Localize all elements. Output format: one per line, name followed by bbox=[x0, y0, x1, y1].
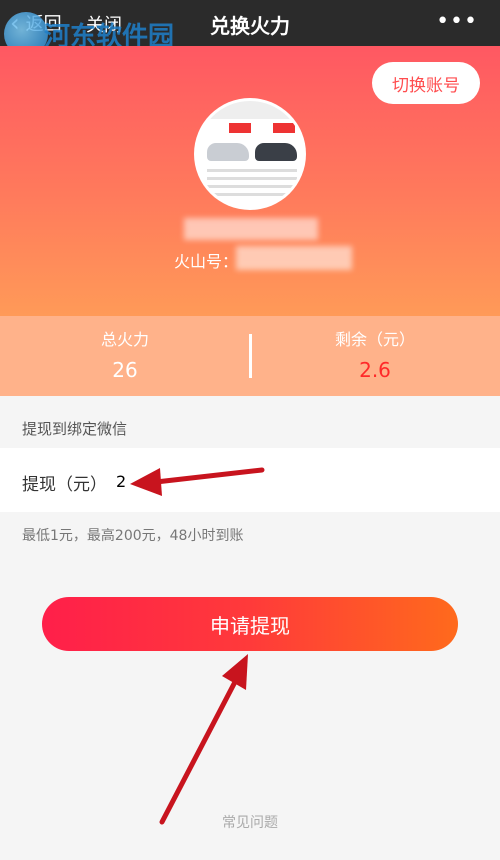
avatar-image-tag bbox=[229, 123, 251, 133]
navbar: ‹ 返回 关闭 兑换火力 ••• bbox=[0, 0, 500, 46]
arrow-to-apply-button bbox=[159, 654, 248, 825]
uid-label: 火山号： bbox=[174, 252, 239, 271]
remaining-balance-stat: 剩余（元） 2.6 bbox=[250, 326, 500, 382]
avatar-car-image bbox=[255, 143, 297, 161]
total-firepower-label: 总火力 bbox=[100, 330, 149, 349]
stats-divider bbox=[249, 334, 252, 378]
avatar-image-text bbox=[207, 169, 297, 199]
blurred-uid bbox=[236, 246, 352, 270]
page-title: 兑换火力 bbox=[210, 14, 290, 38]
withdraw-amount-row: 提现（元） bbox=[0, 448, 500, 512]
avatar-image-bar bbox=[197, 101, 303, 119]
remaining-balance-value: 2.6 bbox=[359, 358, 391, 382]
remaining-balance-label: 剩余（元） bbox=[334, 330, 415, 349]
profile-header: 切换账号 火山号： bbox=[0, 46, 500, 316]
withdraw-amount-label: 提现（元） bbox=[22, 475, 107, 495]
total-firepower-value: 26 bbox=[112, 358, 138, 382]
total-firepower-stat: 总火力 26 bbox=[0, 326, 250, 382]
withdraw-section-title: 提现到绑定微信 bbox=[22, 420, 128, 438]
switch-account-button[interactable]: 切换账号 bbox=[372, 62, 480, 104]
more-icon[interactable]: ••• bbox=[436, 11, 478, 33]
withdraw-amount-input[interactable] bbox=[116, 468, 316, 494]
apply-withdraw-button[interactable]: 申请提现 bbox=[42, 597, 458, 651]
blurred-username bbox=[184, 218, 318, 240]
faq-link[interactable]: 常见问题 bbox=[0, 812, 500, 832]
withdraw-hint: 最低1元，最高200元，48小时到账 bbox=[22, 528, 244, 544]
avatar-car-image bbox=[207, 143, 249, 161]
avatar-image-tag bbox=[273, 123, 295, 133]
avatar[interactable] bbox=[194, 98, 306, 210]
